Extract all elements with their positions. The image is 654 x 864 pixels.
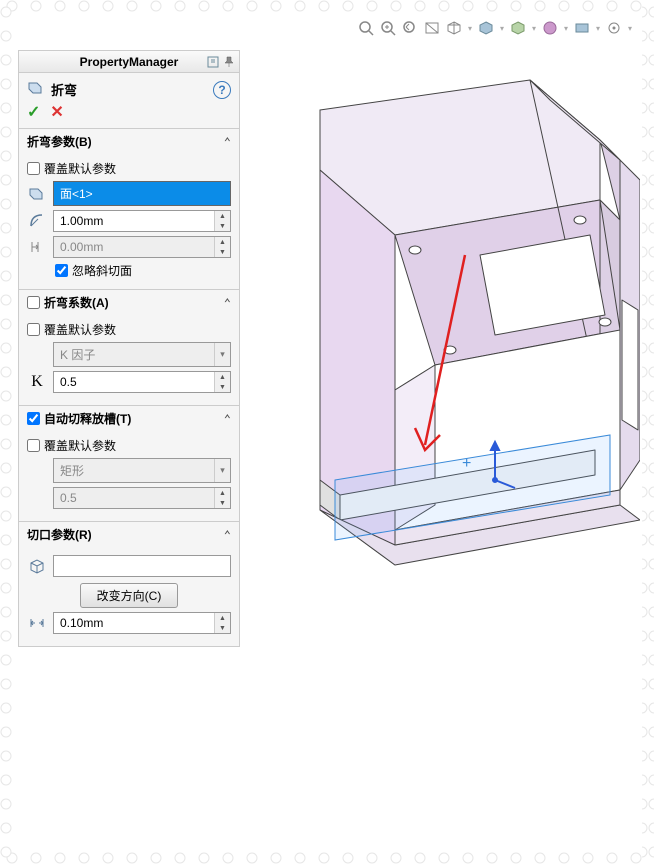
collapse-icon[interactable]: ⌃ [224, 412, 231, 426]
offset-icon [27, 237, 47, 257]
pm-title: PropertyManager [80, 55, 179, 69]
k-factor-input[interactable]: 0.5 ▲▼ [53, 371, 231, 393]
dropdown-arrow-icon[interactable]: ▾ [626, 18, 634, 38]
dropdown-arrow-icon[interactable]: ▾ [498, 18, 506, 38]
override-default-label: 覆盖默认参数 [44, 437, 116, 454]
offset-input: 0.00mm ▲▼ [53, 236, 231, 258]
override-default-checkbox[interactable]: 覆盖默认参数 [27, 437, 231, 454]
relief-type-value: 矩形 [54, 459, 214, 482]
view-settings-icon[interactable] [604, 18, 624, 38]
help-button[interactable]: ? [213, 81, 231, 99]
3d-model: + [240, 50, 640, 690]
ignore-bevel-checkbox[interactable]: 忽略斜切面 [55, 262, 231, 279]
override-default-checkbox[interactable]: 覆盖默认参数 [27, 160, 231, 177]
dropdown-arrow-icon: ▾ [214, 459, 230, 482]
dropdown-arrow-icon[interactable]: ▾ [530, 18, 538, 38]
origin-marker-icon: + [462, 455, 471, 472]
relief-ratio-input: 0.5 ▲▼ [53, 487, 231, 509]
factor-type-value: K 因子 [54, 343, 214, 366]
bend-factor-enable[interactable]: 折弯系数(A) [27, 294, 109, 311]
zoom-fit-icon[interactable] [356, 18, 376, 38]
edit-appearance-icon[interactable] [540, 18, 560, 38]
dropdown-arrow-icon[interactable]: ▾ [562, 18, 570, 38]
override-default-label: 覆盖默认参数 [44, 321, 116, 338]
gap-icon [27, 613, 47, 633]
k-factor-label: K [27, 373, 47, 391]
face-selection[interactable]: 面<1> [53, 181, 231, 206]
prev-view-icon[interactable] [400, 18, 420, 38]
bend-radius-value: 1.00mm [54, 211, 214, 231]
section-cut-params-head[interactable]: 切口参数(R) ⌃ [19, 521, 239, 547]
ignore-bevel-label: 忽略斜切面 [72, 262, 132, 279]
override-default-label: 覆盖默认参数 [44, 160, 116, 177]
bend-feature-icon [27, 79, 45, 100]
override-default-input[interactable] [27, 162, 40, 175]
display-style-icon[interactable] [476, 18, 496, 38]
bend-factor-enable-input[interactable] [27, 296, 40, 309]
face-select-icon [27, 184, 47, 204]
section-bend-factor-body: 覆盖默认参数 K 因子 ▾ K 0.5 ▲▼ [19, 315, 239, 405]
section-title: 折弯系数(A) [44, 294, 109, 311]
auto-relief-enable[interactable]: 自动切释放槽(T) [27, 410, 131, 427]
relief-type-dropdown: 矩形 ▾ [53, 458, 231, 483]
collapse-icon[interactable]: ⌃ [224, 528, 231, 542]
ignore-bevel-input[interactable] [55, 264, 68, 277]
spin-up-icon: ▲ [215, 237, 230, 247]
relief-ratio-value: 0.5 [54, 488, 214, 508]
spin-up-icon: ▲ [215, 488, 230, 498]
offset-value: 0.00mm [54, 237, 214, 257]
3d-viewport[interactable]: + [240, 50, 642, 852]
override-default-input[interactable] [27, 439, 40, 452]
override-default-input[interactable] [27, 323, 40, 336]
spin-down-icon: ▼ [215, 498, 230, 508]
spin-up-icon[interactable]: ▲ [215, 372, 230, 382]
section-bend-params-head[interactable]: 折弯参数(B) ⌃ [19, 128, 239, 154]
gap-value: 0.10mm [54, 613, 214, 633]
section-bend-params-body: 覆盖默认参数 面<1> 1.00mm ▲▼ 0.00mm ▲▼ [19, 154, 239, 289]
collapse-icon[interactable]: ⌃ [224, 296, 231, 310]
pm-keep-visible-icon[interactable] [205, 54, 221, 70]
spin-down-icon[interactable]: ▼ [215, 623, 230, 633]
section-bend-factor-head[interactable]: 折弯系数(A) ⌃ [19, 289, 239, 315]
section-auto-relief-head[interactable]: 自动切释放槽(T) ⌃ [19, 405, 239, 431]
pm-header: PropertyManager [19, 51, 239, 73]
hide-show-icon[interactable] [508, 18, 528, 38]
pm-feature-row: 折弯 ? [19, 73, 239, 102]
dropdown-arrow-icon[interactable]: ▾ [466, 18, 474, 38]
dropdown-arrow-icon[interactable]: ▾ [594, 18, 602, 38]
pm-okcancel: ✓ ✕ [19, 102, 239, 128]
feature-title: 折弯 [51, 80, 77, 99]
collapse-icon[interactable]: ⌃ [224, 135, 231, 149]
spin-up-icon[interactable]: ▲ [215, 613, 230, 623]
view-orient-icon[interactable] [444, 18, 464, 38]
spin-up-icon[interactable]: ▲ [215, 211, 230, 221]
section-auto-relief-body: 覆盖默认参数 矩形 ▾ 0.5 ▲▼ [19, 431, 239, 521]
zoom-area-icon[interactable] [378, 18, 398, 38]
section-view-icon[interactable] [422, 18, 442, 38]
section-cut-params-body: 改变方向(C) 0.10mm ▲▼ [19, 547, 239, 646]
section-title: 折弯参数(B) [27, 133, 92, 150]
bend-radius-icon [27, 211, 47, 231]
spin-down-icon[interactable]: ▼ [215, 382, 230, 392]
section-title: 自动切释放槽(T) [44, 410, 131, 427]
k-factor-value: 0.5 [54, 372, 214, 392]
cancel-button[interactable]: ✕ [50, 102, 63, 122]
spin-down-icon: ▼ [215, 247, 230, 257]
section-title: 切口参数(R) [27, 526, 92, 543]
view-toolbar: ▾ ▾ ▾ ▾ ▾ ▾ [356, 18, 634, 38]
gap-input[interactable]: 0.10mm ▲▼ [53, 612, 231, 634]
dropdown-arrow-icon: ▾ [214, 343, 230, 366]
override-default-checkbox[interactable]: 覆盖默认参数 [27, 321, 231, 338]
property-manager-panel: PropertyManager 折弯 ? ✓ ✕ 折弯参数(B) ⌃ 覆盖默认参… [18, 50, 240, 647]
cut-selection[interactable] [53, 555, 231, 577]
spin-down-icon[interactable]: ▼ [215, 221, 230, 231]
pm-pushpin-icon[interactable] [221, 54, 237, 70]
cut-body-icon [27, 556, 47, 576]
auto-relief-enable-input[interactable] [27, 412, 40, 425]
change-direction-button[interactable]: 改变方向(C) [80, 583, 179, 608]
ok-button[interactable]: ✓ [27, 102, 40, 122]
apply-scene-icon[interactable] [572, 18, 592, 38]
bend-radius-input[interactable]: 1.00mm ▲▼ [53, 210, 231, 232]
factor-type-dropdown: K 因子 ▾ [53, 342, 231, 367]
